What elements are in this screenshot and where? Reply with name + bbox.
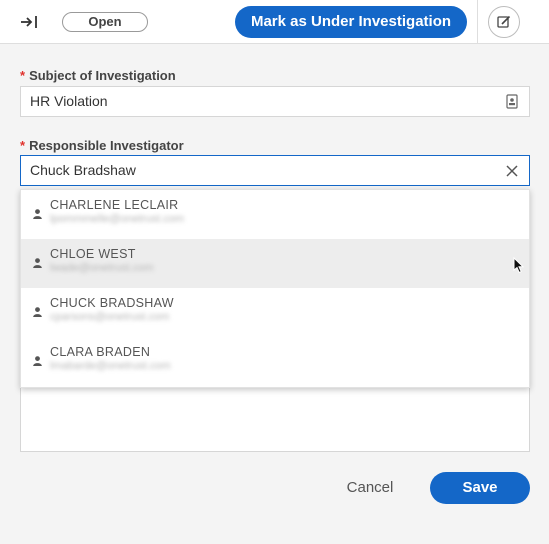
investigator-dropdown: CHARLENE LECLAIR lpommmelle@onetrust.com… [20,189,530,388]
investigator-label: * Responsible Investigator [20,138,184,153]
person-icon [33,356,42,366]
close-icon[interactable] [506,165,518,177]
option-name: CHLOE WEST [50,247,136,261]
dropdown-option[interactable]: CHUCK BRADSHAW cparsons@onetrust.com [21,288,529,337]
header-divider [477,0,478,44]
investigator-label-text: Responsible Investigator [29,138,184,153]
dropdown-option[interactable]: CLARA BRADEN lmabarde@onetrust.com [21,337,529,386]
required-marker: * [20,138,26,153]
investigator-input[interactable]: Chuck Bradshaw [20,155,530,186]
option-name: CHUCK BRADSHAW [50,296,174,310]
dropdown-option[interactable]: CHARLENE LECLAIR lpommmelle@onetrust.com [21,190,529,239]
option-name: CLARA BRADEN [50,345,151,359]
arrow-to-bar-icon [21,16,37,28]
option-email: lwade@onetrust.com [50,262,154,274]
mark-under-investigation-button[interactable]: Mark as Under Investigation [235,6,467,38]
option-name: CHARLENE LECLAIR [50,198,179,212]
option-email: cparsons@onetrust.com [50,311,170,323]
person-icon [33,209,42,219]
cancel-button[interactable]: Cancel [338,472,402,504]
subject-field[interactable]: HR Violation [20,86,530,117]
required-marker: * [20,68,26,83]
contact-card-icon[interactable] [506,94,518,109]
subject-label-text: Subject of Investigation [29,68,176,83]
person-icon [33,307,42,317]
subject-value: HR Violation [30,93,108,109]
edit-button[interactable] [488,6,520,38]
description-textarea[interactable] [20,385,530,452]
collapse-panel-button[interactable] [18,12,40,32]
header-bar: Open Mark as Under Investigation [0,0,549,44]
dropdown-option[interactable]: CHLOE WEST lwade@onetrust.com [21,239,529,288]
person-icon [33,258,42,268]
option-email: lmabarde@onetrust.com [50,360,171,372]
option-email: lpommmelle@onetrust.com [50,213,185,225]
save-button[interactable]: Save [430,472,530,504]
investigator-value: Chuck Bradshaw [30,162,136,178]
mouse-cursor-icon [513,257,525,274]
status-badge: Open [62,12,148,32]
subject-label: * Subject of Investigation [20,68,176,83]
edit-icon [497,15,511,28]
